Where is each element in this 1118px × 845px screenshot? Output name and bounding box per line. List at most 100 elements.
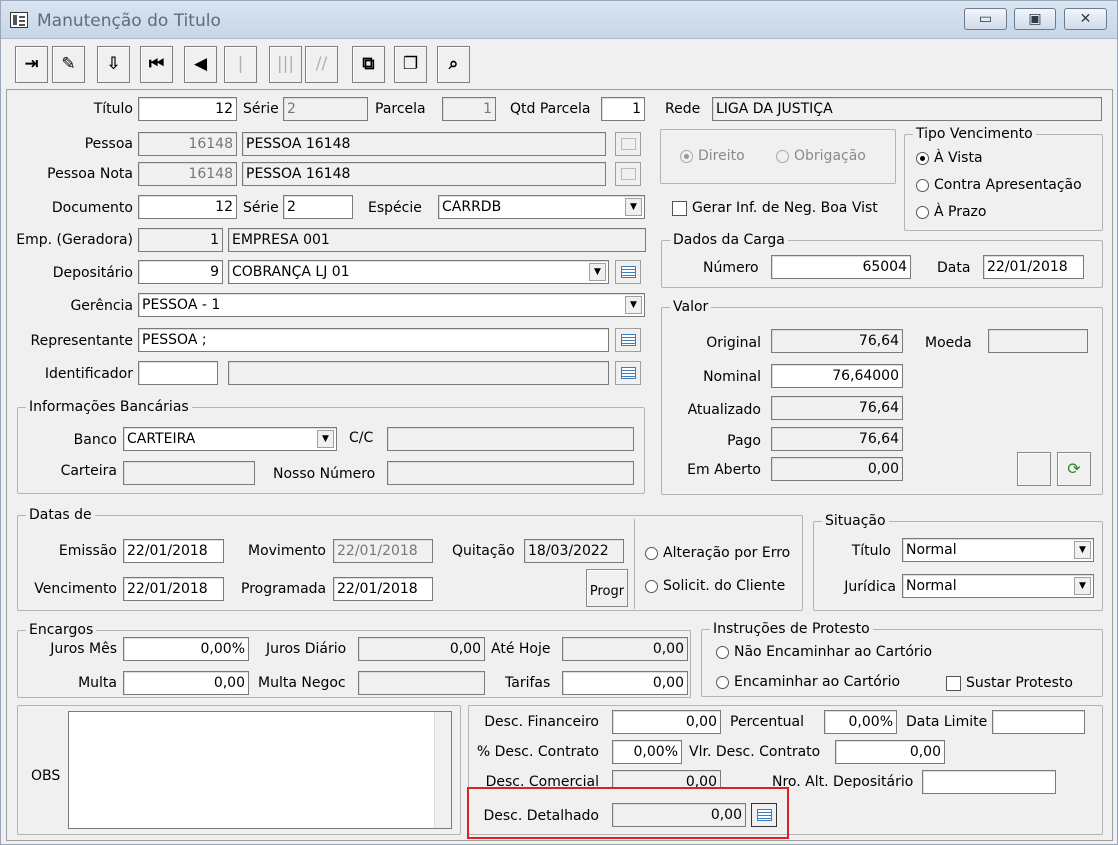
cc-field[interactable]	[387, 427, 634, 451]
desc-financeiro-field[interactable]: 0,00	[612, 710, 721, 734]
movimento-field[interactable]: 22/01/2018	[333, 539, 433, 563]
banco-select[interactable]: CARTEIRA ▼	[123, 427, 337, 451]
parcela-field[interactable]: 1	[442, 97, 496, 121]
identificador-desc-field[interactable]	[228, 361, 609, 385]
atualizado-field[interactable]: 76,64	[771, 396, 903, 420]
documento-field[interactable]: 12	[138, 195, 237, 219]
minimize-button[interactable]: ▭	[964, 8, 1007, 30]
first-record-icon[interactable]: ⏮	[140, 46, 173, 83]
pessoa-nota-lookup-icon[interactable]	[615, 162, 641, 186]
chevron-down-icon[interactable]: ▼	[1074, 541, 1091, 559]
data-limite-field[interactable]	[992, 710, 1085, 734]
carteira-field[interactable]	[123, 461, 255, 485]
search-icon[interactable]: ⌕	[437, 46, 470, 83]
titulo-field[interactable]: 12	[138, 97, 237, 121]
especie-label: Espécie	[368, 200, 422, 216]
chevron-down-icon[interactable]: ▼	[317, 430, 334, 448]
nosso-numero-label: Nosso Número	[273, 466, 376, 482]
nao-encaminhar-radio[interactable]: Não Encaminhar ao Cartório	[714, 643, 932, 661]
quitacao-field[interactable]: 18/03/2022	[524, 539, 624, 563]
previous-record-icon[interactable]: ◀	[184, 46, 217, 83]
desc-contrato-pct-field[interactable]: 0,00%	[612, 740, 682, 764]
refresh-icon[interactable]: ⟳	[1057, 452, 1091, 486]
close-button[interactable]: ✕	[1064, 8, 1107, 30]
a-prazo-radio[interactable]: À Prazo	[914, 203, 986, 221]
depositario-lookup-icon[interactable]	[615, 260, 641, 284]
progr-button[interactable]: Progr	[586, 569, 628, 607]
percentual-field[interactable]: 0,00%	[824, 710, 897, 734]
pessoa-nota-name-field[interactable]: PESSOA 16148	[242, 162, 606, 186]
programada-field[interactable]: 22/01/2018	[333, 577, 433, 601]
documento-serie-field[interactable]: 2	[283, 195, 353, 219]
juridica-select[interactable]: Normal ▼	[902, 574, 1094, 598]
desc-comercial-field[interactable]: 0,00	[612, 770, 721, 788]
ate-hoje-field[interactable]: 0,00	[562, 637, 688, 661]
gerencia-select[interactable]: PESSOA - 1 ▼	[138, 293, 645, 317]
gerar-inf-checkbox[interactable]: Gerar Inf. de Neg. Boa Vist	[670, 199, 878, 217]
identificador-lookup-icon[interactable]	[615, 361, 641, 385]
emp-code-field[interactable]: 1	[138, 228, 223, 252]
next-record-icon[interactable]: |	[224, 46, 257, 83]
sustar-protesto-checkbox[interactable]: Sustar Protesto	[944, 674, 1073, 692]
chevron-down-icon[interactable]: ▼	[589, 263, 606, 281]
last-record-icon[interactable]: |||	[269, 46, 302, 83]
obs-scrollbar[interactable]	[434, 712, 451, 828]
qtd-parcela-field[interactable]: 1	[601, 97, 645, 121]
nro-alt-depositario-field[interactable]	[922, 770, 1056, 794]
contra-apresentacao-radio[interactable]: Contra Apresentação	[914, 176, 1082, 194]
original-field[interactable]: 76,64	[771, 329, 903, 353]
juros-mes-field[interactable]: 0,00%	[123, 637, 249, 661]
serie-field[interactable]: 2	[283, 97, 368, 121]
edit-disabled-icon[interactable]: //	[305, 46, 338, 83]
encaminhar-radio[interactable]: Encaminhar ao Cartório	[714, 673, 900, 691]
eraser-icon[interactable]: ✎	[52, 46, 85, 83]
em-aberto-field[interactable]: 0,00	[771, 457, 903, 481]
a-vista-radio[interactable]: À Vista	[914, 149, 983, 167]
chevron-down-icon[interactable]: ▼	[625, 296, 642, 314]
vlr-desc-contrato-field[interactable]: 0,00	[835, 740, 945, 764]
tarifas-field[interactable]: 0,00	[562, 671, 688, 695]
emissao-field[interactable]: 22/01/2018	[123, 539, 224, 563]
app-icon	[10, 12, 28, 28]
window-icon[interactable]: ❐	[394, 46, 427, 83]
obs-textarea[interactable]	[68, 711, 452, 829]
carga-data-field[interactable]: 22/01/2018	[983, 255, 1084, 279]
nominal-field[interactable]: 76,64000	[771, 364, 903, 388]
chevron-down-icon[interactable]: ▼	[625, 198, 642, 216]
representante-lookup-icon[interactable]	[615, 328, 641, 352]
movimento-label: Movimento	[248, 543, 326, 559]
pessoa-nota-code-field[interactable]: 16148	[138, 162, 237, 186]
obrigacao-radio[interactable]: Obrigação	[774, 147, 866, 165]
exit-icon[interactable]: ⇥	[15, 46, 48, 83]
nosso-numero-field[interactable]	[387, 461, 634, 485]
pessoa-lookup-icon[interactable]	[615, 132, 641, 156]
save-icon[interactable]: ⇩	[97, 46, 130, 83]
alteracao-erro-radio[interactable]: Alteração por Erro	[643, 544, 790, 562]
vencimento-label: Vencimento	[34, 581, 117, 597]
blank-button[interactable]	[1017, 452, 1051, 486]
especie-select[interactable]: CARRDB ▼	[438, 195, 645, 219]
chevron-down-icon[interactable]: ▼	[1074, 577, 1091, 595]
moeda-field[interactable]	[988, 329, 1088, 353]
depositario-code-field[interactable]: 9	[138, 260, 223, 284]
carga-numero-field[interactable]: 65004	[771, 255, 911, 279]
situacao-titulo-select[interactable]: Normal ▼	[902, 538, 1094, 562]
depositario-select[interactable]: COBRANÇA LJ 01 ▼	[228, 260, 609, 284]
pago-field[interactable]: 76,64	[771, 427, 903, 451]
direito-radio[interactable]: Direito	[678, 147, 745, 165]
emp-name-field[interactable]: EMPRESA 001	[228, 228, 646, 252]
pessoa-code-field[interactable]: 16148	[138, 132, 237, 156]
rede-field[interactable]: LIGA DA JUSTIÇA	[712, 97, 1102, 121]
maximize-button[interactable]: ▣	[1014, 8, 1056, 30]
vencimento-field[interactable]: 22/01/2018	[123, 577, 224, 601]
identificador-field[interactable]	[138, 361, 218, 385]
multa-field[interactable]: 0,00	[123, 671, 249, 695]
juros-diario-field[interactable]: 0,00	[358, 637, 485, 661]
copy-icon[interactable]: ⧉	[352, 46, 385, 83]
multa-negoc-field[interactable]	[358, 671, 485, 695]
info-bancarias-title: Informações Bancárias	[26, 398, 192, 416]
solicit-cliente-radio[interactable]: Solicit. do Cliente	[643, 577, 785, 595]
multa-label: Multa	[78, 675, 117, 691]
representante-field[interactable]: PESSOA ;	[138, 328, 609, 352]
pessoa-name-field[interactable]: PESSOA 16148	[242, 132, 606, 156]
